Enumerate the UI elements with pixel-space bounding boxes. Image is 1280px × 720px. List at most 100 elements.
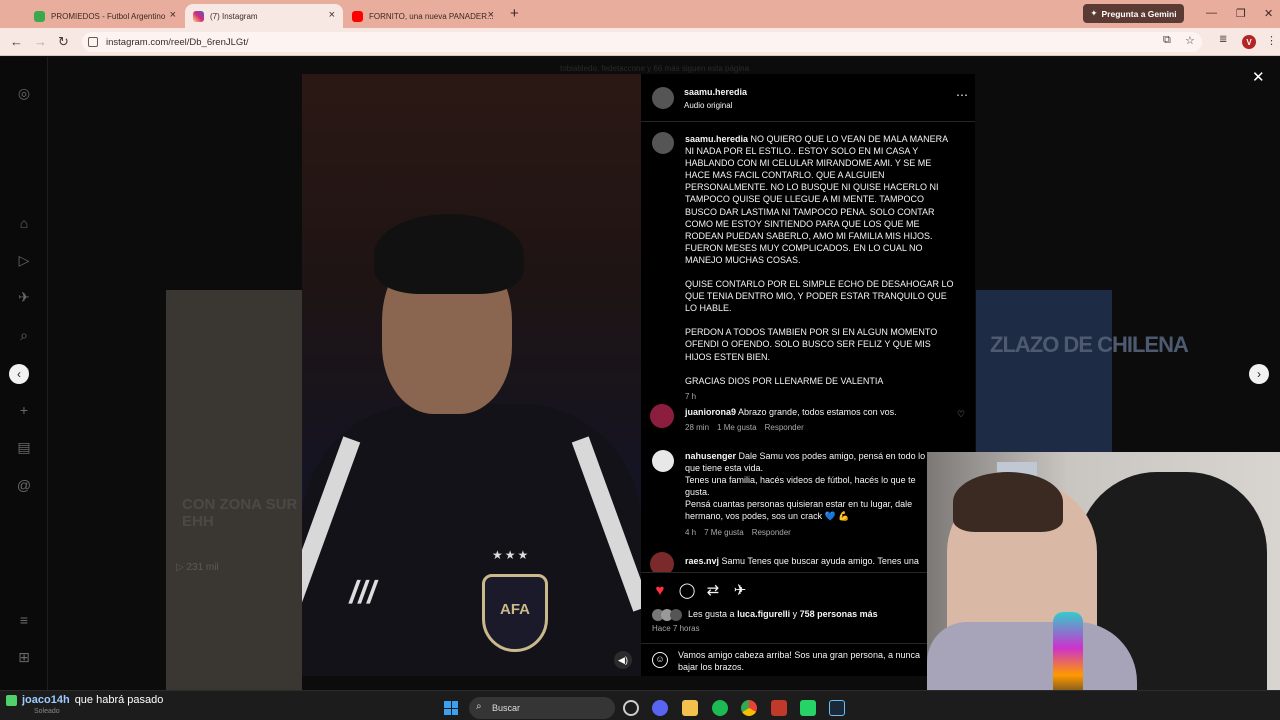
commenter-avatar[interactable] <box>650 404 674 428</box>
whatsapp-icon[interactable] <box>800 700 816 716</box>
comment-like-heart-icon[interactable]: ♡ <box>957 409 965 420</box>
restore-icon[interactable]: ❐ <box>1236 7 1246 20</box>
reel-video[interactable]: /// ★★★ AFA <box>302 74 641 676</box>
comment-time: 4 h <box>685 527 697 537</box>
webcam-overlay <box>927 452 1280 720</box>
comment-likes[interactable]: 7 Me gusta <box>704 528 744 537</box>
next-reel-overlay-text: ZLAZO DE CHILENA <box>990 332 1189 357</box>
emoji-icon[interactable]: ☺ <box>652 652 668 668</box>
close-tab-icon[interactable]: × <box>488 9 494 21</box>
bookmark-star-icon[interactable]: ☆ <box>1185 34 1195 47</box>
more-menu-icon[interactable]: ≡ <box>16 612 32 628</box>
cast-icon[interactable]: ⧉ <box>1163 34 1171 47</box>
likes-count[interactable]: 758 personas más <box>800 609 878 619</box>
tab-instagram[interactable]: (7) Instagram × <box>185 4 343 28</box>
reels-icon[interactable]: ▷ <box>16 252 32 268</box>
close-tab-icon[interactable]: × <box>329 9 335 21</box>
steam-icon[interactable] <box>829 700 845 716</box>
tab-strip: PROMIEDOS - Futbol Argentino × (7) Insta… <box>0 0 1280 28</box>
webcam-hair <box>953 472 1063 532</box>
instagram-logo-icon[interactable]: ◎ <box>16 85 32 101</box>
search-icon[interactable]: ⌕ <box>16 327 32 343</box>
dashboard-icon[interactable]: ▤ <box>16 439 32 455</box>
home-icon[interactable]: ⌂ <box>16 215 32 231</box>
messages-icon[interactable]: ✈ <box>16 289 32 305</box>
caption-avatar[interactable] <box>652 132 674 154</box>
address-bar[interactable]: instagram.com/reel/Db_6renJLGt/ <box>82 32 1202 52</box>
chat-badge-icon <box>6 694 17 706</box>
post-header: saamu.heredia Audio original ⋯ <box>641 74 975 122</box>
reply-button[interactable]: Responder <box>765 423 804 432</box>
commenter-avatar[interactable] <box>652 450 674 472</box>
likes-mid: y <box>792 609 798 619</box>
close-window-icon[interactable]: ✕ <box>1264 7 1273 20</box>
comment-item: nahusenger Dale Samu vos podes amigo, pe… <box>685 450 927 539</box>
comment-likes[interactable]: 1 Me gusta <box>717 423 757 432</box>
tab-youtube[interactable]: FORNITO, una nueva PANADER... × <box>344 4 502 28</box>
likes-user[interactable]: luca.figurelli <box>737 609 790 619</box>
instagram-favicon-icon <box>193 10 204 22</box>
rgb-microphone <box>1053 612 1083 702</box>
caption-username[interactable]: saamu.heredia <box>685 134 748 144</box>
reload-icon[interactable]: ↻ <box>58 34 69 50</box>
comment-icon[interactable]: ◯ <box>678 581 696 599</box>
close-tab-icon[interactable]: × <box>170 9 176 21</box>
stream-chat-message: joaco14h que habrá pasado <box>6 694 163 706</box>
post-options-icon[interactable]: ⋯ <box>956 88 968 102</box>
comment-username[interactable]: raes.nvj <box>685 556 719 566</box>
previous-reel-arrow-icon[interactable]: ‹ <box>9 364 29 384</box>
repost-icon[interactable]: ⇄ <box>704 581 722 599</box>
close-modal-icon[interactable]: ✕ <box>1252 68 1265 86</box>
copilot-icon[interactable] <box>623 700 639 716</box>
profile-avatar[interactable]: V <box>1242 35 1256 49</box>
author-username[interactable]: saamu.heredia <box>684 87 747 97</box>
taskbar-search[interactable]: ⌕ Buscar <box>469 697 615 719</box>
windows-start-icon[interactable] <box>444 701 458 715</box>
tab-promiedos[interactable]: PROMIEDOS - Futbol Argentino × <box>26 4 184 28</box>
spotify-icon[interactable] <box>712 700 728 716</box>
next-reel-arrow-icon[interactable]: › <box>1249 364 1269 384</box>
minimize-icon[interactable]: — <box>1206 7 1217 19</box>
caption-paragraph: QUISE CONTARLO POR EL SIMPLE ECHO DE DES… <box>685 279 954 314</box>
chat-username: joaco14h <box>22 694 70 706</box>
audio-label[interactable]: Audio original <box>684 101 747 110</box>
comment-time: 28 min <box>685 423 710 433</box>
gemini-button[interactable]: ✦ Pregunta a Gemini <box>1083 4 1184 23</box>
post-actions: ♥ ◯ ⇄ ✈ Les gusta a luca.figurelli y 758… <box>641 572 975 676</box>
app-icon[interactable] <box>771 700 787 716</box>
likes-prefix: Les gusta a <box>688 609 735 619</box>
sparkle-icon: ✦ <box>1090 8 1098 18</box>
threads-icon[interactable]: @ <box>16 477 32 493</box>
crest-stars: ★★★ <box>492 548 531 562</box>
crest-text: AFA <box>500 601 530 618</box>
caption-paragraph: NO QUIERO QUE LO VEAN DE MALA MANERA NI … <box>685 134 948 265</box>
new-tab-icon[interactable]: + <box>510 5 519 22</box>
site-info-icon[interactable] <box>88 37 98 47</box>
menu-dots-icon[interactable]: ⋮ <box>1266 34 1277 47</box>
file-explorer-icon[interactable] <box>682 700 698 716</box>
liker-avatars <box>652 609 684 621</box>
liker-avatar <box>670 609 682 621</box>
forward-icon[interactable]: → <box>34 34 47 49</box>
views-count: 231 mil <box>186 562 219 573</box>
back-icon[interactable]: ← <box>10 34 23 49</box>
comment-username[interactable]: nahusenger <box>685 451 736 461</box>
reply-button[interactable]: Responder <box>752 528 791 537</box>
caption-paragraph: PERDON A TODOS TAMBIEN POR SI EN ALGUN M… <box>685 327 938 362</box>
discord-icon[interactable] <box>652 700 668 716</box>
apps-grid-icon[interactable]: ⊞ <box>16 649 32 665</box>
author-info: saamu.heredia Audio original <box>684 87 747 110</box>
prev-reel-thumbnail[interactable] <box>166 290 302 690</box>
liked-heart-icon[interactable]: ♥ <box>651 581 669 599</box>
volume-icon[interactable]: ◀) <box>614 651 632 669</box>
comment-username[interactable]: juaniorona9 <box>685 407 736 417</box>
browser-toolbar: ← → ↻ instagram.com/reel/Db_6renJLGt/ ⧉ … <box>0 28 1280 56</box>
share-icon[interactable]: ✈ <box>731 581 749 599</box>
author-avatar[interactable] <box>652 87 674 109</box>
chrome-icon[interactable] <box>741 700 757 716</box>
prev-reel-overlay-text: CON ZONA SUR EHH <box>182 496 298 530</box>
reading-list-icon[interactable]: ≣ <box>1219 34 1227 45</box>
create-icon[interactable]: + <box>16 402 32 418</box>
comment-input[interactable]: Vamos amigo cabeza arriba! Sos una gran … <box>678 649 928 673</box>
comment-composer[interactable]: ☺ Vamos amigo cabeza arriba! Sos una gra… <box>641 643 975 677</box>
